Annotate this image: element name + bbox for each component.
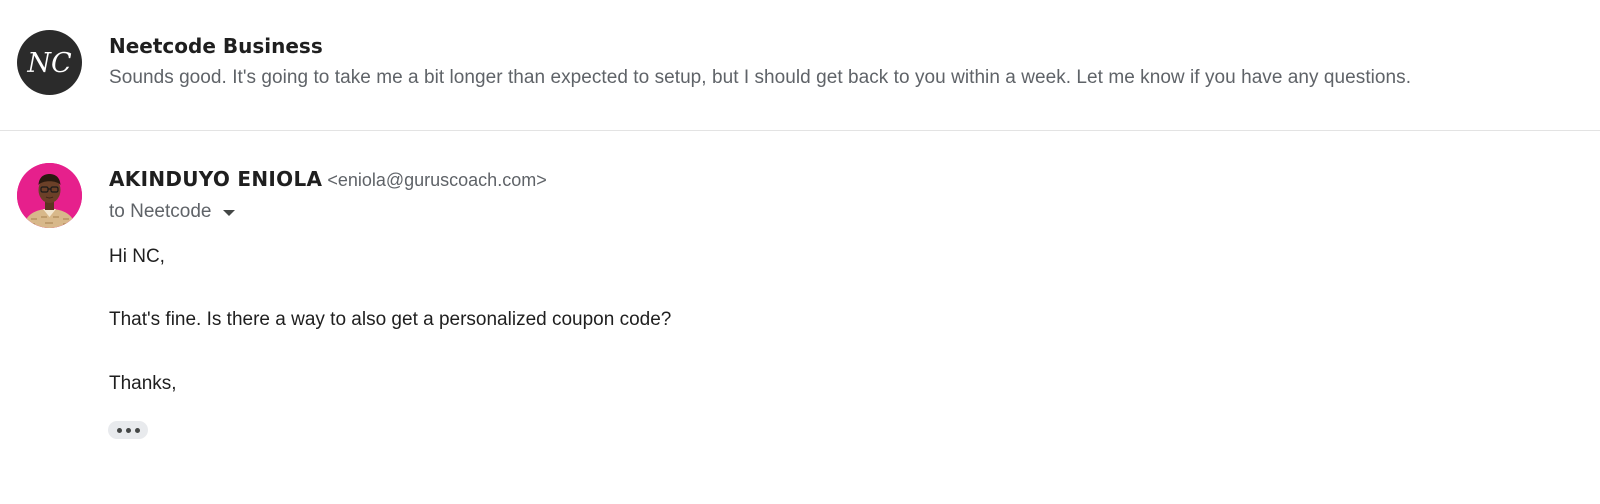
collapsed-message[interactable]: NC Neetcode Business Sounds good. It's g… (0, 0, 1600, 130)
email-thread: NC Neetcode Business Sounds good. It's g… (0, 0, 1600, 504)
sender-email: <eniola@guruscoach.com> (327, 170, 547, 190)
avatar[interactable] (17, 163, 82, 228)
show-trimmed-content-button[interactable] (108, 421, 148, 439)
sender-line: AKINDUYO ENIOLA <eniola@guruscoach.com> (109, 167, 547, 191)
recipient-details-toggle[interactable]: to Neetcode (109, 201, 236, 223)
svg-text:NC: NC (26, 48, 72, 79)
message-body-line: That's fine. Is there a way to also get … (109, 309, 672, 330)
message-divider (0, 130, 1600, 131)
profile-photo-icon (17, 163, 82, 228)
sender-name: Neetcode Business (109, 34, 323, 58)
recipient-label: to Neetcode (109, 201, 212, 222)
more-horiz-icon (116, 427, 122, 433)
nc-logo-icon: NC (26, 48, 72, 79)
sender-name: AKINDUYO ENIOLA (109, 167, 323, 191)
message-body-line: Thanks, (109, 373, 177, 394)
avatar[interactable]: NC (17, 30, 82, 95)
message-snippet: Sounds good. It's going to take me a bit… (109, 67, 1412, 88)
message-body-line: Hi NC, (109, 246, 165, 267)
chevron-down-icon[interactable] (223, 210, 236, 216)
